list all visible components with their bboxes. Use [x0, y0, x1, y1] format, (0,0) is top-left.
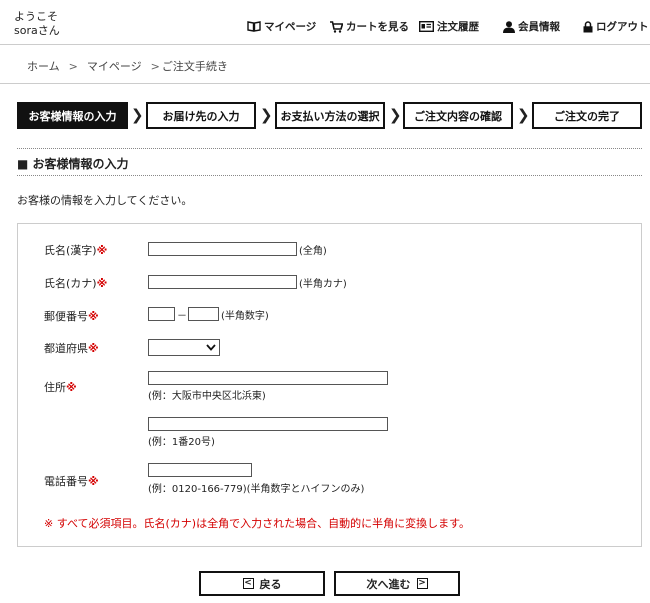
back-button-label: 戻る: [259, 577, 282, 591]
name-kana-label: 氏名(カナ)※: [44, 275, 107, 291]
lock-icon: [583, 20, 593, 32]
required-note: ※ すべて必須項目。氏名(カナ)は全角で入力された場合、自動的に半角に変換します…: [44, 517, 470, 530]
step-label: ご注文の完了: [554, 109, 620, 123]
phone-input[interactable]: [148, 463, 252, 477]
step-confirm: ご注文内容の確認: [403, 102, 513, 129]
back-button[interactable]: < 戻る: [199, 571, 325, 596]
breadcrumb: ホーム > マイページ > ご注文手続き: [27, 58, 228, 74]
required-mark: ※: [88, 475, 99, 488]
address-city-hint: (例：大阪市中央区北浜東): [148, 391, 266, 402]
name-kanji-input[interactable]: [148, 242, 297, 256]
zip-second-input[interactable]: [188, 307, 219, 321]
nav-cart[interactable]: カートを見る: [330, 19, 409, 34]
required-mark: ※: [88, 310, 99, 323]
address-label: 住所※: [44, 379, 77, 395]
step-payment: お支払い方法の選択: [275, 102, 385, 129]
phone-hint: (例：0120-166-779)(半角数字とハイフンのみ): [148, 484, 365, 495]
required-mark: ※: [66, 381, 77, 394]
zip-first-input[interactable]: [148, 307, 175, 321]
breadcrumb-current: ご注文手続き: [161, 60, 228, 73]
step-delivery: お届け先の入力: [146, 102, 256, 129]
name-kanji-label: 氏名(漢字)※: [44, 242, 107, 258]
address-street-hint: (例：1番20号): [148, 437, 215, 448]
zip-hint: (半角数字): [221, 311, 269, 322]
name-kanji-label-text: 氏名(漢字): [44, 244, 97, 257]
prefecture-label-text: 都道府県: [44, 342, 88, 355]
customer-form: [17, 223, 642, 547]
section-intro: お客様の情報を入力してください。: [17, 194, 193, 207]
chevron-right-icon: >: [416, 578, 428, 589]
step-label: お支払い方法の選択: [280, 109, 380, 123]
step-arrow-icon: ❯: [517, 106, 530, 124]
name-kana-input[interactable]: [148, 275, 297, 289]
section-divider: [17, 148, 642, 149]
nav-member-info-label: 会員情報: [518, 21, 560, 33]
prefecture-select[interactable]: [148, 339, 220, 356]
zip-label-text: 郵便番号: [44, 310, 88, 323]
welcome-line: ようこそ: [14, 10, 58, 23]
required-mark: ※: [96, 244, 108, 257]
header-divider: [0, 44, 650, 45]
step-customer-info: お客様情報の入力: [17, 102, 128, 129]
step-complete: ご注文の完了: [532, 102, 642, 129]
step-arrow-icon: ❯: [131, 106, 144, 124]
step-label: ご注文内容の確認: [414, 109, 502, 123]
nav-mypage-label: マイページ: [264, 21, 317, 33]
nav-member-info[interactable]: 会員情報: [503, 19, 560, 34]
name-kana-label-text: 氏名(カナ): [44, 277, 97, 290]
phone-label: 電話番号※: [44, 473, 99, 489]
nav-logout-label: ログアウト: [596, 21, 649, 33]
breadcrumb-divider: [0, 83, 650, 84]
nav-order-history[interactable]: 注文履歴: [419, 19, 479, 34]
required-mark: ※: [88, 342, 99, 355]
phone-label-text: 電話番号: [44, 475, 88, 488]
id-card-icon: [419, 21, 434, 32]
step-label: お届け先の入力: [162, 109, 240, 123]
chevron-down-icon: [206, 344, 216, 351]
user-name: soraさん: [14, 24, 60, 37]
square-bullet-icon: ■: [17, 157, 29, 171]
zip-label: 郵便番号※: [44, 308, 99, 324]
breadcrumb-home[interactable]: ホーム: [27, 60, 60, 73]
step-label: お客様情報の入力: [28, 109, 117, 123]
next-button-label: 次へ進む: [366, 577, 411, 591]
breadcrumb-separator: >: [150, 60, 160, 73]
nav-logout[interactable]: ログアウト: [583, 19, 649, 34]
prefecture-label: 都道府県※: [44, 340, 99, 356]
cart-icon: [330, 20, 343, 33]
nav-mypage[interactable]: マイページ: [247, 19, 316, 34]
section-title: ■ お客様情報の入力: [17, 155, 129, 172]
address-city-input[interactable]: [148, 371, 388, 385]
book-icon: [247, 21, 261, 32]
welcome-message: ようこそ soraさん: [14, 10, 60, 38]
name-kana-hint: (半角カナ): [299, 279, 347, 290]
breadcrumb-mypage[interactable]: マイページ: [87, 60, 142, 73]
step-arrow-icon: ❯: [389, 106, 402, 124]
section-divider: [17, 175, 642, 176]
step-arrow-icon: ❯: [260, 106, 273, 124]
person-icon: [503, 20, 515, 33]
required-mark: ※: [96, 277, 108, 290]
breadcrumb-separator: >: [68, 60, 78, 73]
next-button[interactable]: 次へ進む >: [334, 571, 460, 596]
chevron-left-icon: <: [242, 578, 254, 589]
address-label-text: 住所: [44, 381, 66, 394]
nav-cart-label: カートを見る: [346, 21, 409, 33]
name-kanji-hint: (全角): [299, 246, 327, 257]
zip-dash: －: [177, 311, 187, 322]
section-title-text: お客様情報の入力: [32, 157, 129, 171]
address-street-input[interactable]: [148, 417, 388, 431]
nav-order-history-label: 注文履歴: [437, 21, 479, 33]
